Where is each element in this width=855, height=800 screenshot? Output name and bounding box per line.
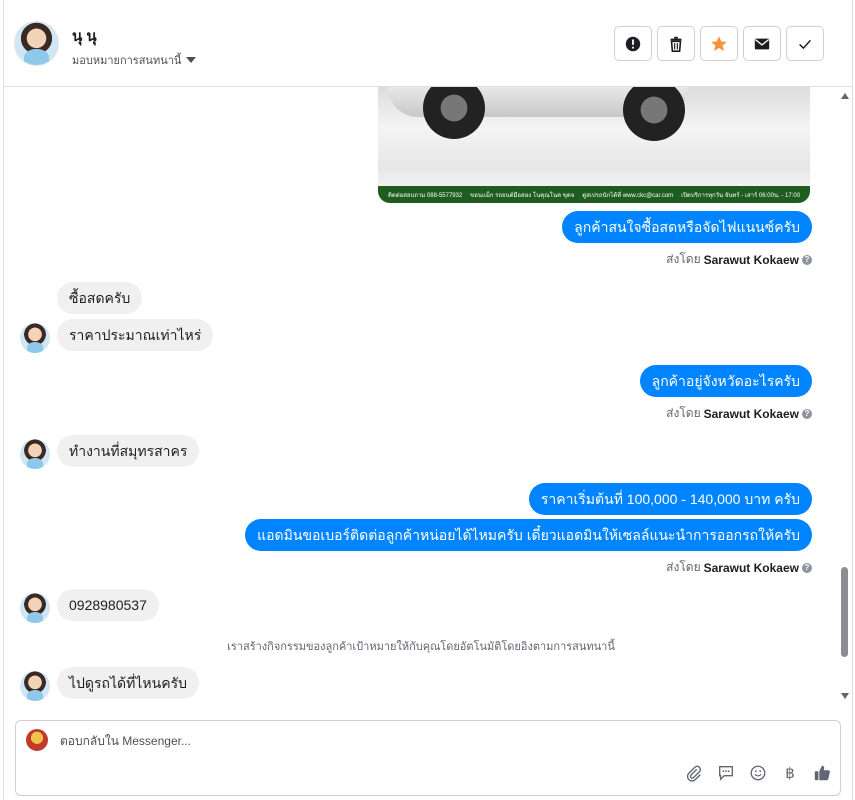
chat-bubble-icon (719, 766, 733, 781)
contact-avatar[interactable] (20, 323, 50, 353)
sent-by-label: ส่งโดย Sarawut Kokaew ? (666, 404, 812, 423)
attach-file-button[interactable] (684, 763, 704, 783)
sent-by-label: ส่งโดย Sarawut Kokaew ? (666, 250, 812, 269)
composer-tools: ฿ (684, 763, 832, 783)
banner-text: ขอนแม็ก รถยนต์มือสอง โนคุณโนค ขุดจ (470, 192, 575, 199)
payment-button[interactable]: ฿ (780, 763, 800, 783)
baht-icon: ฿ (785, 765, 795, 782)
outgoing-message[interactable]: ลูกค้าสนใจซื้อสดหรือจัดไฟแนนซ์ครับ (562, 211, 812, 243)
car-wheel-shape (423, 87, 485, 139)
check-icon (799, 39, 811, 49)
system-note: เราสร้างกิจกรรมของลูกค้าเป้าหมายให้กับคุ… (227, 641, 615, 653)
star-button[interactable] (700, 26, 738, 61)
incoming-message[interactable]: ราคาประมาณเท่าไหร่ (57, 319, 214, 351)
contact-avatar[interactable] (14, 21, 59, 66)
banner-text: ติดต่อสอบถาม 088-5577932 (387, 192, 463, 199)
scroll-up-arrow-icon[interactable] (841, 93, 849, 99)
caret-down-icon (186, 57, 197, 63)
car-wheel-shape (623, 87, 685, 141)
contact-name[interactable]: นุ นุ (72, 24, 97, 48)
banner-text: ดูสเปรถนักได้ที่ www.ckc@car.com (582, 192, 674, 199)
emoji-button[interactable] (748, 763, 768, 783)
envelope-icon (754, 38, 770, 49)
star-icon (711, 35, 727, 51)
incoming-message[interactable]: 0928980537 (57, 589, 159, 621)
sent-by-prefix: ส่งโดย (666, 252, 701, 266)
attached-car-image[interactable]: ติดต่อสอบถาม 088-5577932 ขอนแม็ก รถยนต์ม… (378, 87, 810, 203)
mark-done-button[interactable] (786, 26, 824, 61)
like-button[interactable] (812, 763, 832, 783)
help-icon[interactable]: ? (802, 254, 812, 265)
sent-by-label: ส่งโดย Sarawut Kokaew ? (666, 558, 812, 577)
mark-spam-button[interactable] (614, 26, 652, 61)
contact-avatar[interactable] (20, 593, 50, 623)
message-scrollbar[interactable] (838, 87, 852, 710)
scroll-down-arrow-icon[interactable] (841, 693, 849, 699)
help-icon[interactable]: ? (802, 562, 812, 573)
sent-by-prefix: ส่งโดย (666, 560, 701, 574)
assign-conversation-dropdown[interactable]: มอบหมายการสนทนานี้ (72, 51, 197, 69)
sent-by-agent[interactable]: Sarawut Kokaew (704, 407, 799, 421)
page-avatar (26, 729, 48, 751)
help-icon[interactable]: ? (802, 408, 812, 419)
emoji-icon (750, 765, 766, 781)
outgoing-message[interactable]: ลูกค้าอยู่จังหวัดอะไรครับ (639, 365, 812, 397)
paperclip-icon (686, 765, 701, 782)
conversation-panel: นุ นุ มอบหมายการสนทนานี้ ติดต่อสอบถาม 08… (3, 0, 853, 800)
banner-text: เปิดบริการทุกวัน จันทร์ - เสาร์ 06:00น. … (681, 192, 801, 199)
scroll-thumb[interactable] (841, 567, 848, 657)
alert-circle-icon (625, 36, 641, 51)
saved-replies-button[interactable] (716, 763, 736, 783)
image-banner-strip: ติดต่อสอบถาม 088-5577932 ขอนแม็ก รถยนต์ม… (378, 186, 810, 203)
outgoing-message[interactable]: แอดมินขอเบอร์ติดต่อลูกค้าหน่อยได้ไหมครับ… (245, 519, 812, 551)
outgoing-message[interactable]: ราคาเริ่มต้นที่ 100,000 - 140,000 บาท คร… (528, 483, 812, 515)
sent-by-agent[interactable]: Sarawut Kokaew (704, 561, 799, 575)
conversation-header: นุ นุ มอบหมายการสนทนานี้ (4, 0, 852, 87)
incoming-message[interactable]: ซื้อสดครับ (57, 282, 143, 314)
message-list: ติดต่อสอบถาม 088-5577932 ขอนแม็ก รถยนต์ม… (4, 87, 838, 710)
reply-input[interactable] (60, 734, 560, 748)
header-actions (614, 26, 824, 61)
incoming-message[interactable]: ทำงานที่สมุทรสาคร (57, 435, 200, 467)
sent-by-prefix: ส่งโดย (666, 406, 701, 420)
trash-icon (670, 36, 682, 52)
thumbs-up-icon (814, 765, 830, 781)
contact-avatar[interactable] (20, 439, 50, 469)
contact-avatar[interactable] (20, 671, 50, 701)
delete-button[interactable] (657, 26, 695, 61)
mark-unread-button[interactable] (743, 26, 781, 61)
sent-by-agent[interactable]: Sarawut Kokaew (704, 253, 799, 267)
incoming-message[interactable]: ไปดูรถได้ที่ไหนครับ (57, 667, 199, 699)
assign-label: มอบหมายการสนทนานี้ (72, 55, 182, 67)
reply-composer: ฿ (15, 720, 841, 796)
